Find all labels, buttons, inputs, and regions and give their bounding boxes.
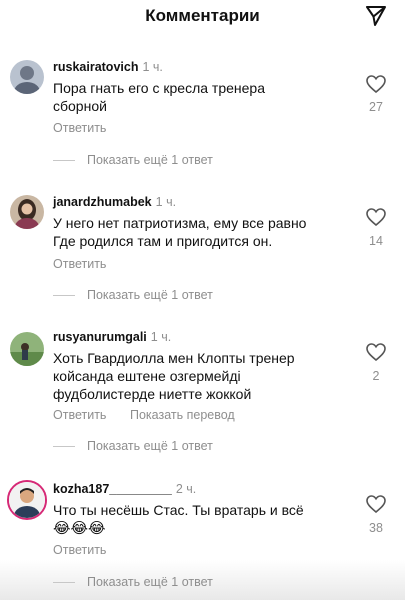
reply-button[interactable]: Ответить <box>53 543 106 557</box>
show-more-replies[interactable]: Показать ещё 1 ответ <box>53 575 213 589</box>
like-icon[interactable] <box>366 495 386 514</box>
header-bar: Комментарии <box>0 0 405 34</box>
reply-button[interactable]: Ответить <box>53 257 106 271</box>
send-icon[interactable] <box>364 4 388 28</box>
comment-time: 1 ч. <box>142 60 163 74</box>
avatar[interactable] <box>10 332 44 366</box>
show-more-replies[interactable]: Показать ещё 1 ответ <box>53 153 213 167</box>
reply-button[interactable]: Ответить <box>53 408 106 422</box>
like-count: 14 <box>369 234 383 248</box>
comment-text: Что ты несёшь Стас. Ты вратарь и всё 😂😂😂 <box>53 502 304 537</box>
like-icon[interactable] <box>366 75 386 94</box>
avatar[interactable] <box>7 480 47 520</box>
divider-dash <box>53 160 75 162</box>
divider-dash <box>53 295 75 297</box>
comment-text: Пора гнать его с кресла тренера сборной <box>53 80 265 114</box>
laughing-emoji: 😂😂😂 <box>53 520 106 537</box>
avatar[interactable] <box>10 60 44 94</box>
like-icon[interactable] <box>366 208 386 227</box>
show-translation-button[interactable]: Показать перевод <box>130 408 235 422</box>
comment-time: 1 ч. <box>150 330 172 344</box>
divider-dash <box>53 582 75 584</box>
page-title: Комментарии <box>145 6 260 25</box>
comment-text: Хоть Гвардиолла мен Клопты тренер койсан… <box>53 350 295 402</box>
show-more-replies[interactable]: Показать ещё 1 ответ <box>53 439 213 453</box>
comment-username[interactable]: janardzhumabek 1 ч. <box>53 195 176 209</box>
comment-time: 2 ч. <box>175 482 197 496</box>
reply-button[interactable]: Ответить <box>53 121 106 135</box>
comment-text: У него нет патриотизма, ему все равно Гд… <box>53 215 307 249</box>
comment-username[interactable]: kozha187_________ 2 ч. <box>53 482 196 496</box>
comment-username[interactable]: ruskairatovich 1 ч. <box>53 60 163 74</box>
divider-dash <box>53 446 75 448</box>
like-icon[interactable] <box>366 343 386 362</box>
show-more-replies[interactable]: Показать ещё 1 ответ <box>53 288 213 302</box>
avatar[interactable] <box>10 195 44 229</box>
like-count: 27 <box>369 100 383 114</box>
comment-username[interactable]: rusyanurumgali 1 ч. <box>53 330 171 344</box>
like-count: 38 <box>369 521 383 535</box>
comment-time: 1 ч. <box>155 195 177 209</box>
like-count: 2 <box>372 369 380 383</box>
